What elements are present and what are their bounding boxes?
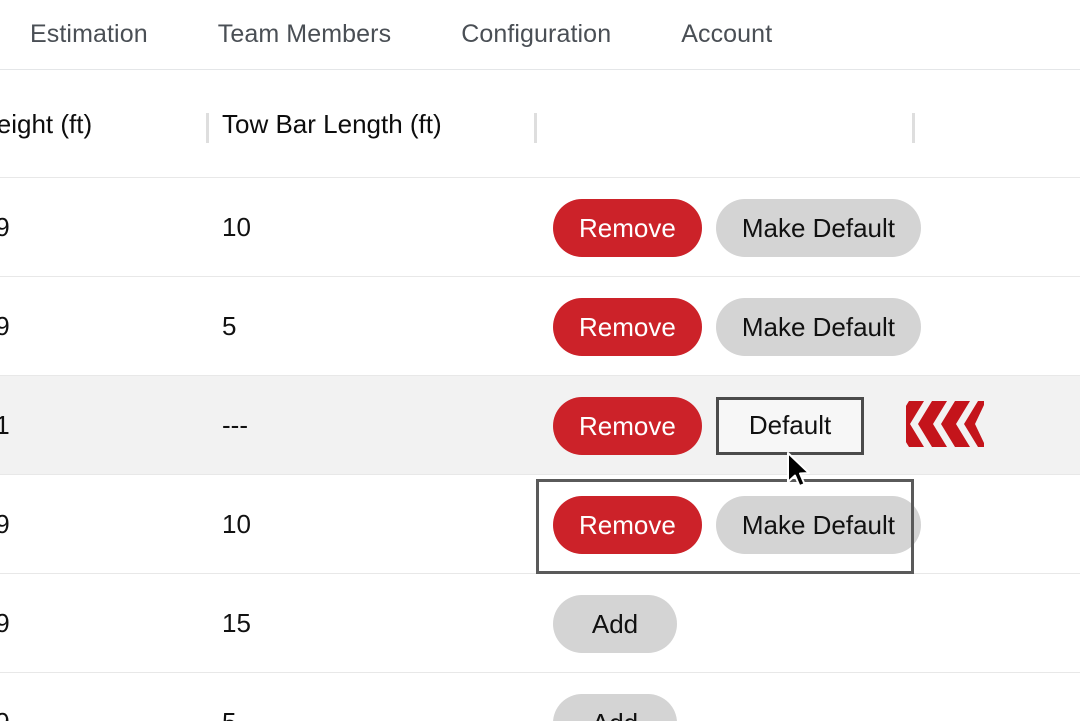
table-row[interactable]: .9 15 Add	[0, 574, 1080, 673]
cell-tow-bar-length: ---	[222, 410, 248, 440]
app-root: Estimation Team Members Configuration Ac…	[0, 0, 1080, 721]
column-header-height: Height (ft)	[0, 109, 93, 139]
table-row[interactable]: .9 5 Add	[0, 673, 1080, 721]
cell-height: .9	[0, 673, 10, 721]
column-divider-2	[534, 113, 537, 143]
nav-item-configuration[interactable]: Configuration	[461, 20, 611, 49]
make-default-button[interactable]: Make Default	[715, 495, 922, 554]
row-actions: Remove Make Default	[553, 178, 922, 277]
configuration-table: Height (ft) Tow Bar Length (ft) .9 10 Re…	[0, 71, 1080, 721]
remove-button[interactable]: Remove	[553, 495, 702, 554]
nav-item-account[interactable]: Account	[681, 20, 772, 49]
row-actions: Remove Make Default	[553, 475, 922, 574]
remove-button[interactable]: Remove	[553, 297, 702, 356]
remove-button[interactable]: Remove	[553, 396, 702, 455]
table-row[interactable]: .9 5 Remove Make Default	[0, 277, 1080, 376]
cell-tow-bar-length: 5	[222, 673, 236, 721]
table-row[interactable]: .9 10 Remove Make Default	[0, 475, 1080, 574]
column-divider-3	[912, 113, 915, 143]
table-row[interactable]: .9 10 Remove Make Default	[0, 178, 1080, 277]
add-button[interactable]: Add	[553, 693, 677, 721]
nav-item-estimation[interactable]: Estimation	[30, 20, 148, 49]
default-status-button[interactable]: Default	[715, 396, 865, 455]
triple-chevron-left-icon	[895, 400, 984, 448]
cell-height: .1	[0, 410, 10, 440]
cell-height: .9	[0, 608, 10, 638]
cell-tow-bar-length: 15	[222, 608, 251, 638]
remove-button[interactable]: Remove	[553, 198, 702, 257]
cell-height: .9	[0, 311, 10, 341]
row-actions: Add	[553, 673, 677, 721]
row-actions: Remove Make Default	[553, 277, 922, 376]
cell-tow-bar-length: 10	[222, 212, 251, 242]
column-divider-1	[206, 113, 209, 143]
top-navigation: Estimation Team Members Configuration Ac…	[0, 0, 1080, 70]
nav-item-team-members[interactable]: Team Members	[218, 20, 391, 49]
column-header-tow-bar-length: Tow Bar Length (ft)	[222, 109, 442, 139]
cell-height: .9	[0, 509, 10, 539]
cell-height: .9	[0, 212, 10, 242]
row-actions: Add	[553, 574, 677, 673]
add-button[interactable]: Add	[553, 594, 677, 653]
make-default-button[interactable]: Make Default	[715, 198, 922, 257]
table-header-row: Height (ft) Tow Bar Length (ft)	[0, 71, 1080, 178]
cell-tow-bar-length: 10	[222, 509, 251, 539]
row-actions: Remove Default	[553, 376, 865, 475]
cell-tow-bar-length: 5	[222, 311, 237, 341]
make-default-button[interactable]: Make Default	[715, 297, 922, 356]
